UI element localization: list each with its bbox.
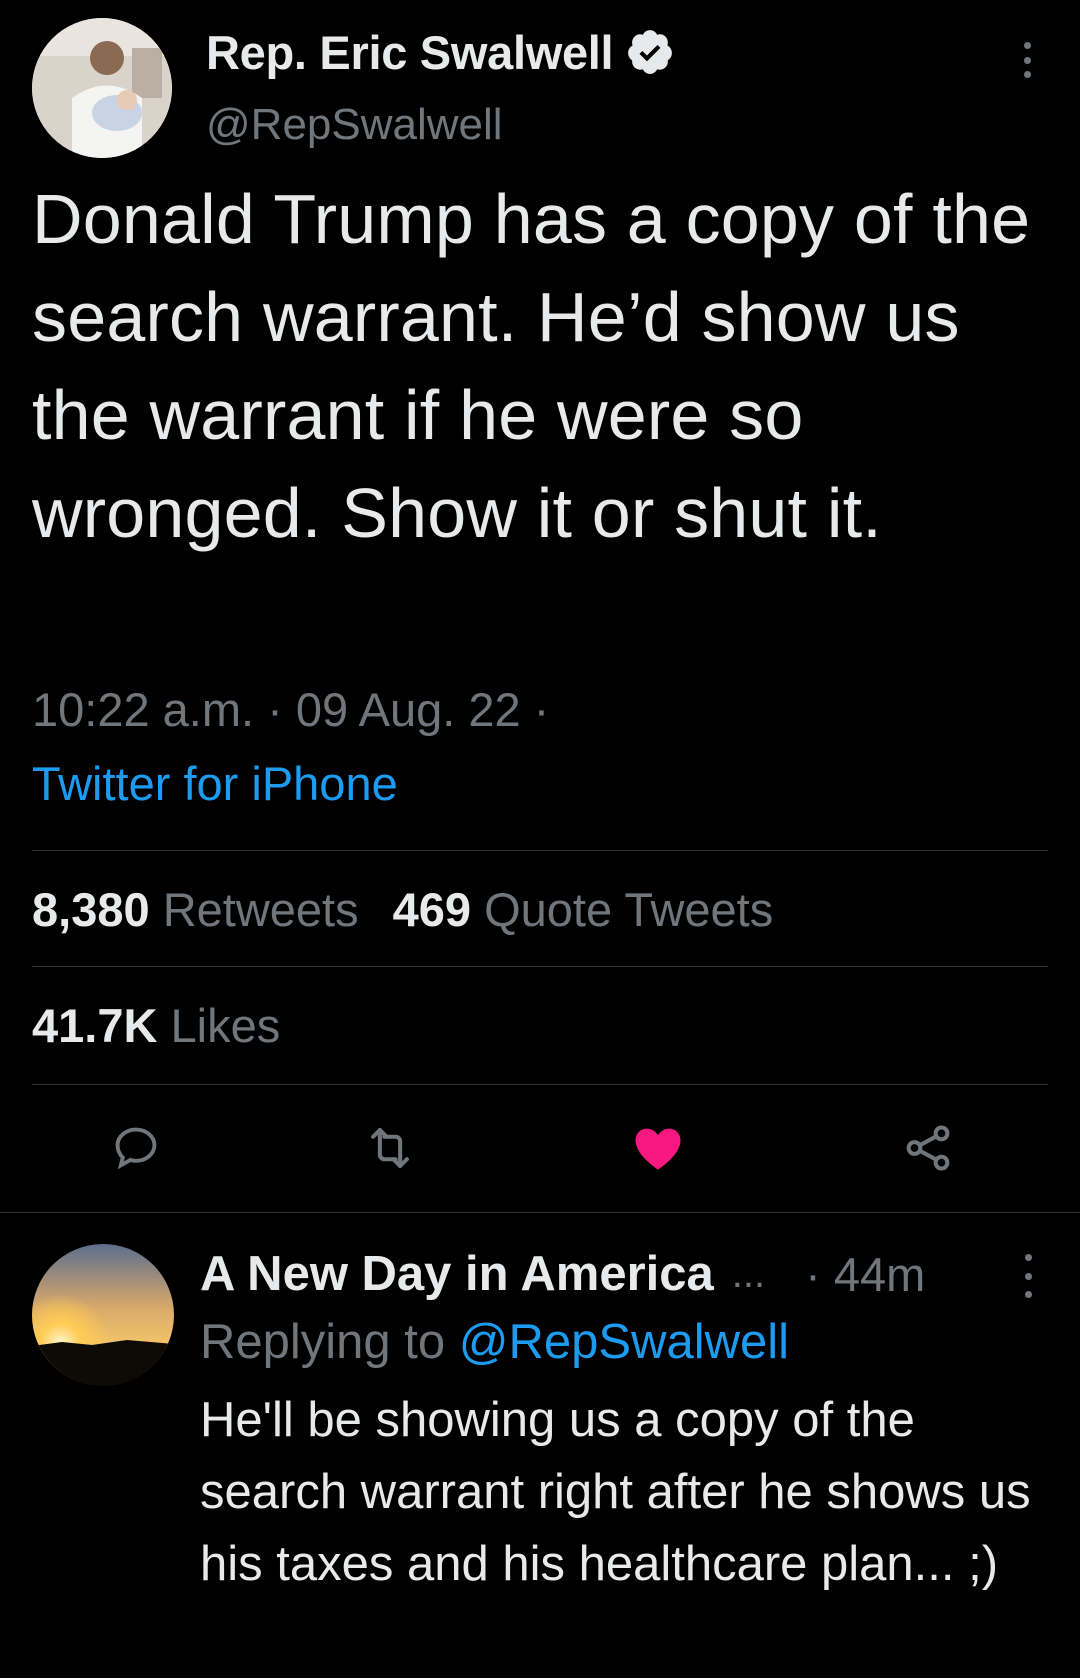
heart-icon[interactable] [618,1108,698,1188]
reply-name-truncation: ... [731,1251,766,1296]
verified-badge-icon [625,27,675,77]
quote-tweets-stat[interactable]: 469 Quote Tweets [393,882,774,937]
tweet-actions-bar [32,1108,1048,1188]
tweet-source-link[interactable]: Twitter for iPhone [32,756,398,811]
divider [32,966,1048,967]
retweets-label: Retweets [162,883,359,936]
author-display-name[interactable]: Rep. Eric Swalwell [206,25,614,80]
main-tweet: Rep. Eric Swalwell @RepSwalwell Donald T… [0,0,1080,1210]
replying-to-line: Replying to @RepSwalwell [200,1314,789,1370]
more-options-icon[interactable] [1010,38,1044,82]
likes-label: Likes [170,999,281,1052]
author-avatar[interactable] [32,18,172,158]
retweet-icon[interactable] [350,1108,430,1188]
reply-text: He'll be showing us a copy of the search… [200,1393,1031,1591]
retweets-count: 8,380 [32,883,150,936]
divider [32,1084,1048,1085]
reply-icon[interactable] [96,1108,176,1188]
reply-tweet[interactable]: A New Day in America ... · 44m Replying … [0,1212,1080,1678]
quote-tweets-count: 469 [392,883,472,936]
replying-to-prefix: Replying to [200,1315,446,1369]
divider [32,850,1048,851]
retweets-stat[interactable]: 8,380 Retweets [32,882,359,937]
tweet-timestamp[interactable]: 10:22 a.m. · 09 Aug. 22 · [32,682,549,737]
reply-author-avatar[interactable] [32,1244,174,1386]
reply-author-name[interactable]: A New Day in America [200,1246,714,1302]
author-name-row: Rep. Eric Swalwell [206,22,675,82]
likes-stats-row: 41.7K Likes [32,998,280,1053]
share-icon[interactable] [888,1108,968,1188]
reply-header: A New Day in America ... · 44m [200,1242,1050,1306]
likes-count: 41.7K [32,999,158,1052]
author-handle[interactable]: @RepSwalwell [206,100,503,150]
engagement-stats-row: 8,380 Retweets 469 Quote Tweets [32,882,773,937]
replying-to-mention[interactable]: @RepSwalwell [459,1315,789,1369]
quote-tweets-label: Quote Tweets [484,883,774,936]
reply-timestamp[interactable]: · 44m [805,1247,925,1302]
tweet-text: Donald Trump has a copy of the search wa… [32,180,1031,552]
more-options-icon[interactable] [1018,1254,1038,1298]
likes-stat[interactable]: 41.7K Likes [32,998,280,1053]
